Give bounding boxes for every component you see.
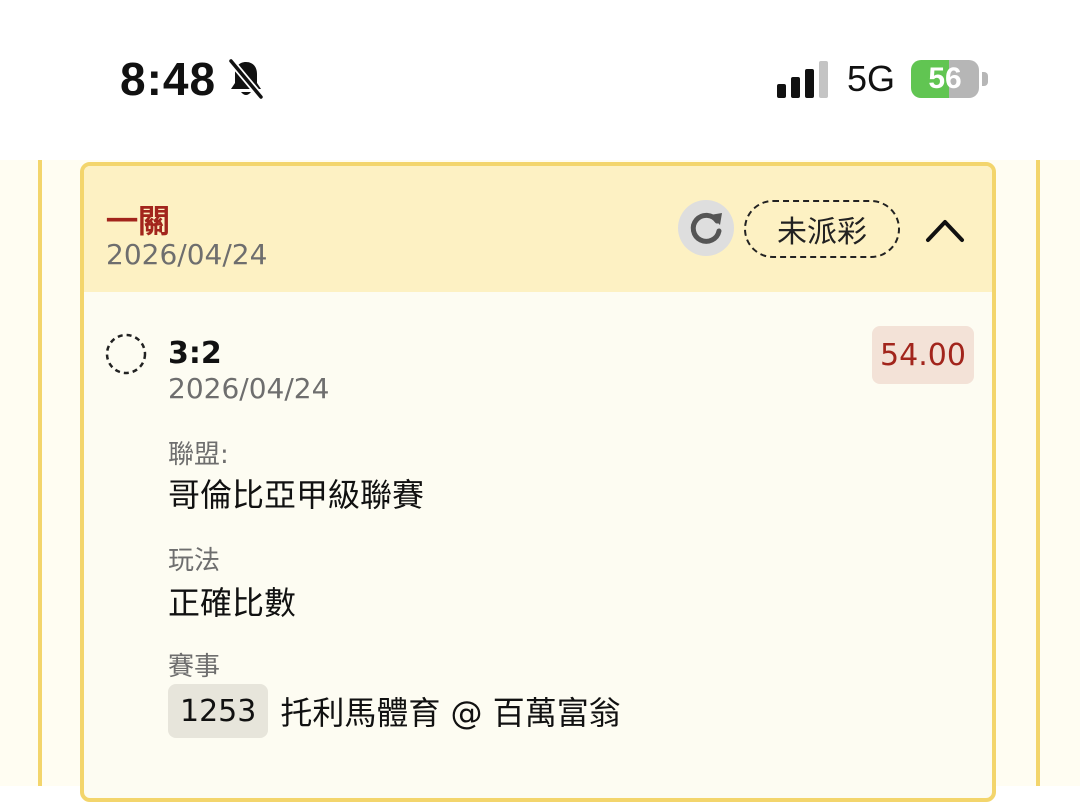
chevron-up-icon[interactable] [920,206,970,256]
match-label: 賽事 [168,652,221,682]
time-group: 8:48 [120,52,266,106]
network-type: 5G [846,58,895,99]
match-row: 1253 托利馬體育 @ 百萬富翁 [168,684,621,738]
pending-status-icon [105,333,147,375]
bet-type-title: 一關 [106,202,171,240]
league-label: 聯盟: [168,440,229,470]
selection-date: 2026/04/24 [168,372,330,405]
battery-nub [982,72,988,86]
match-id-badge: 1253 [168,684,269,738]
bet-card: 一關 2026/04/24 未派彩 3:2 2026/04/24 54.00 聯… [80,162,996,802]
status-bar: 8:48 5G 56 [0,0,1080,160]
league-value: 哥倫比亞甲級聯賽 [168,476,425,514]
status-badge: 未派彩 [744,200,900,258]
bet-card-header[interactable]: 一關 2026/04/24 未派彩 [84,166,992,292]
status-time: 8:48 [120,53,217,105]
match-name: 托利馬體育 @ 百萬富翁 [280,694,621,732]
adjacent-card-edge-left [38,160,42,786]
play-type-value: 正確比數 [168,584,297,622]
bet-card-date: 2026/04/24 [106,238,268,271]
adjacent-card-edge-right [1036,160,1040,786]
silent-bell-icon [227,57,265,101]
odds-badge: 54.00 [872,326,974,384]
refresh-button[interactable] [678,200,734,256]
play-type-label: 玩法 [168,546,221,576]
refresh-icon [690,212,722,244]
selection-score: 3:2 [168,336,222,371]
status-indicators: 5G 56 [776,58,988,100]
battery-level: 56 [928,62,962,95]
battery-icon: 56 [911,60,979,98]
cellular-signal-icon [776,61,828,98]
